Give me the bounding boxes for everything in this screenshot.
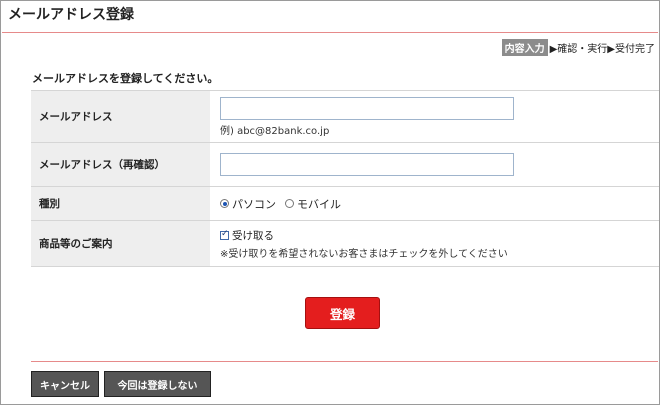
radio-mobile[interactable] bbox=[285, 199, 294, 208]
email-confirm-field[interactable] bbox=[220, 153, 514, 176]
step-remaining: ▶確認・実行▶受付完了 bbox=[549, 43, 655, 55]
radio-pc[interactable] bbox=[220, 199, 229, 208]
step-current: 内容入力 bbox=[501, 38, 548, 56]
type-cell: パソコン モバイル bbox=[210, 186, 659, 221]
info-label: 商品等のご案内 bbox=[31, 220, 210, 267]
registration-form: メールアドレス 例) abc@82bank.co.jp メールアドレス（再確認）… bbox=[31, 90, 659, 267]
header-divider bbox=[2, 32, 658, 33]
type-radio-group: パソコン モバイル bbox=[220, 196, 659, 212]
form-row-type: 種別 パソコン モバイル bbox=[31, 186, 659, 221]
receive-checkbox-label[interactable]: 受け取る bbox=[232, 228, 274, 243]
footer-divider bbox=[31, 361, 658, 362]
receive-checkbox[interactable] bbox=[220, 229, 229, 240]
page-title: メールアドレス登録 bbox=[8, 7, 134, 23]
email-example: 例) abc@82bank.co.jp bbox=[220, 125, 330, 137]
info-note: ※受け取りを希望されないお客さまはチェックを外してください bbox=[220, 248, 508, 260]
email-confirm-cell bbox=[210, 142, 659, 187]
email-confirm-label: メールアドレス（再確認） bbox=[31, 142, 210, 187]
form-row-email-confirm: メールアドレス（再確認） bbox=[31, 142, 659, 187]
form-row-info: 商品等のご案内 受け取る ※受け取りを希望されないお客さまはチェックを外してくだ… bbox=[31, 220, 659, 267]
radio-mobile-label[interactable]: モバイル bbox=[297, 196, 341, 212]
info-check-line: 受け取る bbox=[220, 228, 659, 243]
register-button[interactable]: 登録 bbox=[305, 297, 380, 329]
radio-pc-label[interactable]: パソコン bbox=[232, 196, 276, 212]
form-row-email: メールアドレス 例) abc@82bank.co.jp bbox=[31, 90, 659, 143]
instruction-text: メールアドレスを登録してください。 bbox=[32, 72, 219, 85]
step-indicator: 内容入力 ▶確認・実行▶受付完了 bbox=[501, 38, 655, 56]
skip-registration-button[interactable]: 今回は登録しない bbox=[104, 371, 211, 397]
email-cell: 例) abc@82bank.co.jp bbox=[210, 90, 659, 143]
type-label: 種別 bbox=[31, 186, 210, 221]
page-frame: メールアドレス登録 内容入力 ▶確認・実行▶受付完了 メールアドレスを登録してく… bbox=[0, 0, 660, 405]
cancel-button[interactable]: キャンセル bbox=[31, 371, 99, 397]
email-label: メールアドレス bbox=[31, 90, 210, 143]
email-field[interactable] bbox=[220, 96, 514, 120]
info-cell: 受け取る ※受け取りを希望されないお客さまはチェックを外してください bbox=[210, 220, 659, 267]
